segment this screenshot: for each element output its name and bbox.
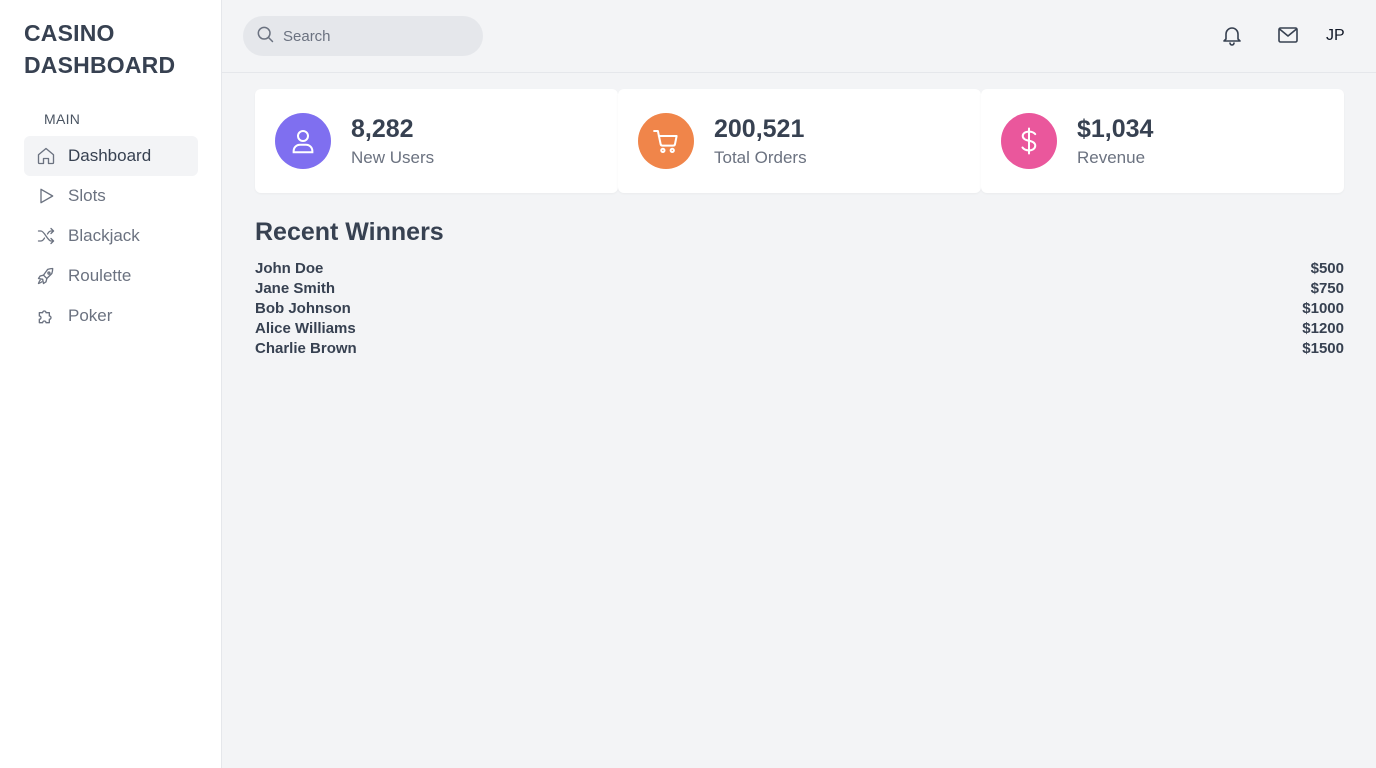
winner-name: Jane Smith [255,279,336,297]
stat-card-revenue: $1,034 Revenue [981,89,1344,193]
home-icon [36,146,56,166]
winner-amount: $750 [1310,279,1344,297]
recent-winners-list: John Doe $500 Jane Smith $750 Bob Johnso… [255,258,1344,358]
stat-value: 200,521 [714,115,805,143]
winner-name: Bob Johnson [255,299,351,317]
winner-amount: $1500 [1302,339,1344,357]
sidebar-item-label: Poker [68,306,113,325]
sidebar-item-slots[interactable]: Slots [24,176,198,216]
brand-title: CASINO DASHBOARD [24,20,176,78]
sidebar-item-label: Dashboard [68,146,152,165]
winner-amount: $1000 [1302,299,1344,317]
play-icon [36,186,56,206]
stat-value: 8,282 [351,115,414,143]
sidebar: CASINO DASHBOARD MAIN Dashboard Slots Bl… [0,0,222,768]
sidebar-item-label: Slots [68,186,106,205]
sidebar-item-poker[interactable]: Poker [24,296,198,336]
stat-card-new-users: 8,282 New Users [255,89,618,193]
list-item: Bob Johnson $1000 [255,298,1344,318]
sidebar-item-blackjack[interactable]: Blackjack [24,216,198,256]
sidebar-item-label: Roulette [68,266,132,285]
winner-name: Charlie Brown [255,339,357,357]
topbar: JP [222,0,1376,73]
rocket-icon [36,266,56,286]
bell-icon[interactable] [1219,22,1245,48]
stat-card-total-orders: 200,521 Total Orders [618,89,981,193]
winner-amount: $500 [1310,259,1344,277]
sidebar-item-roulette[interactable]: Roulette [24,256,198,296]
list-item: John Doe $500 [255,258,1344,278]
search-box[interactable] [243,16,483,56]
list-item: Alice Williams $1200 [255,318,1344,338]
cart-icon [638,113,694,169]
shuffle-icon [36,226,56,246]
list-item: Jane Smith $750 [255,278,1344,298]
stats-cards: 8,282 New Users 200,521 Total Orders $1,… [255,89,1344,193]
user-icon [275,113,331,169]
recent-winners-title: Recent Winners [255,218,444,246]
winner-name: John Doe [255,259,324,277]
stat-value: $1,034 [1077,115,1154,143]
mail-icon[interactable] [1275,22,1301,48]
search-input[interactable] [283,27,463,45]
winner-name: Alice Williams [255,319,356,337]
user-avatar[interactable]: JP [1326,27,1345,45]
list-item: Charlie Brown $1500 [255,338,1344,358]
stat-label: Total Orders [714,148,807,167]
puzzle-icon [36,306,56,326]
sidebar-item-label: Blackjack [68,226,140,245]
search-icon [255,24,283,49]
sidebar-item-dashboard[interactable]: Dashboard [24,136,198,176]
sidebar-nav: Dashboard Slots Blackjack Roulette Poker [24,136,198,336]
winner-amount: $1200 [1302,319,1344,337]
stat-label: New Users [351,148,435,167]
stat-label: Revenue [1077,148,1146,167]
sidebar-section-label: MAIN [44,111,81,127]
dollar-icon [1001,113,1057,169]
